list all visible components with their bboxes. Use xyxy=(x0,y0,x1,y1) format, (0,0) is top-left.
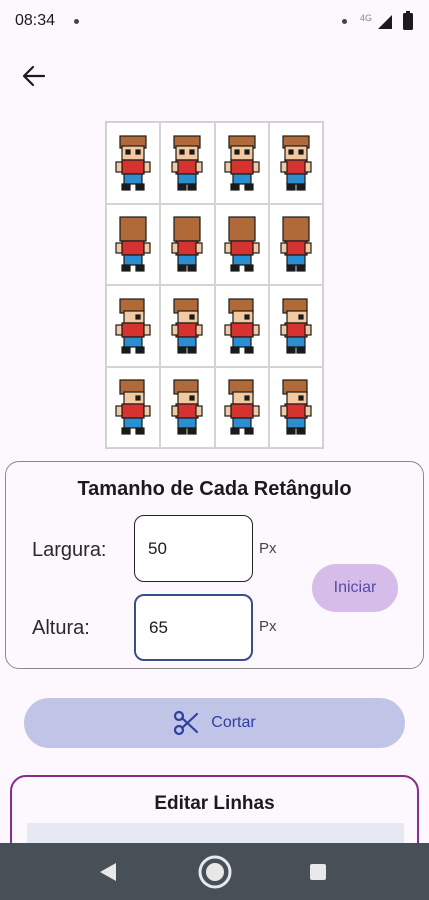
height-field[interactable]: 65 xyxy=(134,594,253,661)
sprite-frame xyxy=(268,203,323,285)
character-sprite xyxy=(171,298,203,354)
nav-back-icon[interactable] xyxy=(98,862,118,882)
sprite-frame xyxy=(268,122,323,204)
card-title: Tamanho de Cada Retângulo xyxy=(77,478,352,500)
sprite-frame xyxy=(268,366,323,448)
sprite-frame xyxy=(106,285,161,367)
character-sprite xyxy=(224,379,260,435)
sprite-frame xyxy=(106,122,161,204)
status-bar: 08:34 4G xyxy=(0,0,429,44)
sprite-frame xyxy=(160,122,215,204)
status-dot-icon xyxy=(342,19,347,24)
sprite-frame xyxy=(214,285,269,367)
width-unit: Px xyxy=(259,540,277,557)
sprite-frame xyxy=(214,366,269,448)
character-sprite xyxy=(171,379,203,435)
character-sprite xyxy=(224,216,260,272)
character-sprite xyxy=(115,298,151,354)
height-label: Altura: xyxy=(32,617,90,639)
signal-icon xyxy=(378,15,392,29)
back-arrow-icon[interactable] xyxy=(20,62,48,90)
character-sprite xyxy=(224,135,260,191)
network-type: 4G xyxy=(360,13,373,23)
sprite-frame xyxy=(106,366,161,448)
rectangle-size-card: Tamanho de Cada Retângulo Largura: 50 Px… xyxy=(5,461,424,669)
edit-lines-title: Editar Linhas xyxy=(154,793,275,814)
character-sprite xyxy=(280,135,312,191)
character-sprite xyxy=(171,216,203,272)
character-sprite xyxy=(224,298,260,354)
character-sprite xyxy=(115,216,151,272)
width-label: Largura: xyxy=(32,539,107,561)
sprite-frame xyxy=(214,122,269,204)
nav-home-icon[interactable] xyxy=(197,854,233,890)
notification-dot-icon xyxy=(74,19,79,24)
nav-recents-icon[interactable] xyxy=(309,863,327,881)
battery-icon xyxy=(403,11,413,30)
sprite-frame xyxy=(214,203,269,285)
character-sprite xyxy=(280,379,312,435)
cut-button[interactable]: Cortar xyxy=(24,698,405,748)
character-sprite xyxy=(280,216,312,272)
status-time: 08:34 xyxy=(15,12,56,29)
sprite-frame xyxy=(160,285,215,367)
start-button[interactable]: Iniciar xyxy=(312,564,398,612)
cut-button-label: Cortar xyxy=(211,714,256,731)
sprite-frame xyxy=(106,203,161,285)
character-sprite xyxy=(115,379,151,435)
character-sprite xyxy=(280,298,312,354)
sprite-frame xyxy=(160,203,215,285)
scissors-icon xyxy=(174,710,199,736)
sprite-frame xyxy=(160,366,215,448)
character-sprite xyxy=(115,135,151,191)
width-field[interactable]: 50 xyxy=(134,515,253,582)
sprite-frame xyxy=(268,285,323,367)
system-nav-bar xyxy=(0,843,429,900)
height-unit: Px xyxy=(259,618,277,635)
character-sprite xyxy=(171,135,203,191)
sprite-sheet-preview xyxy=(105,121,324,449)
